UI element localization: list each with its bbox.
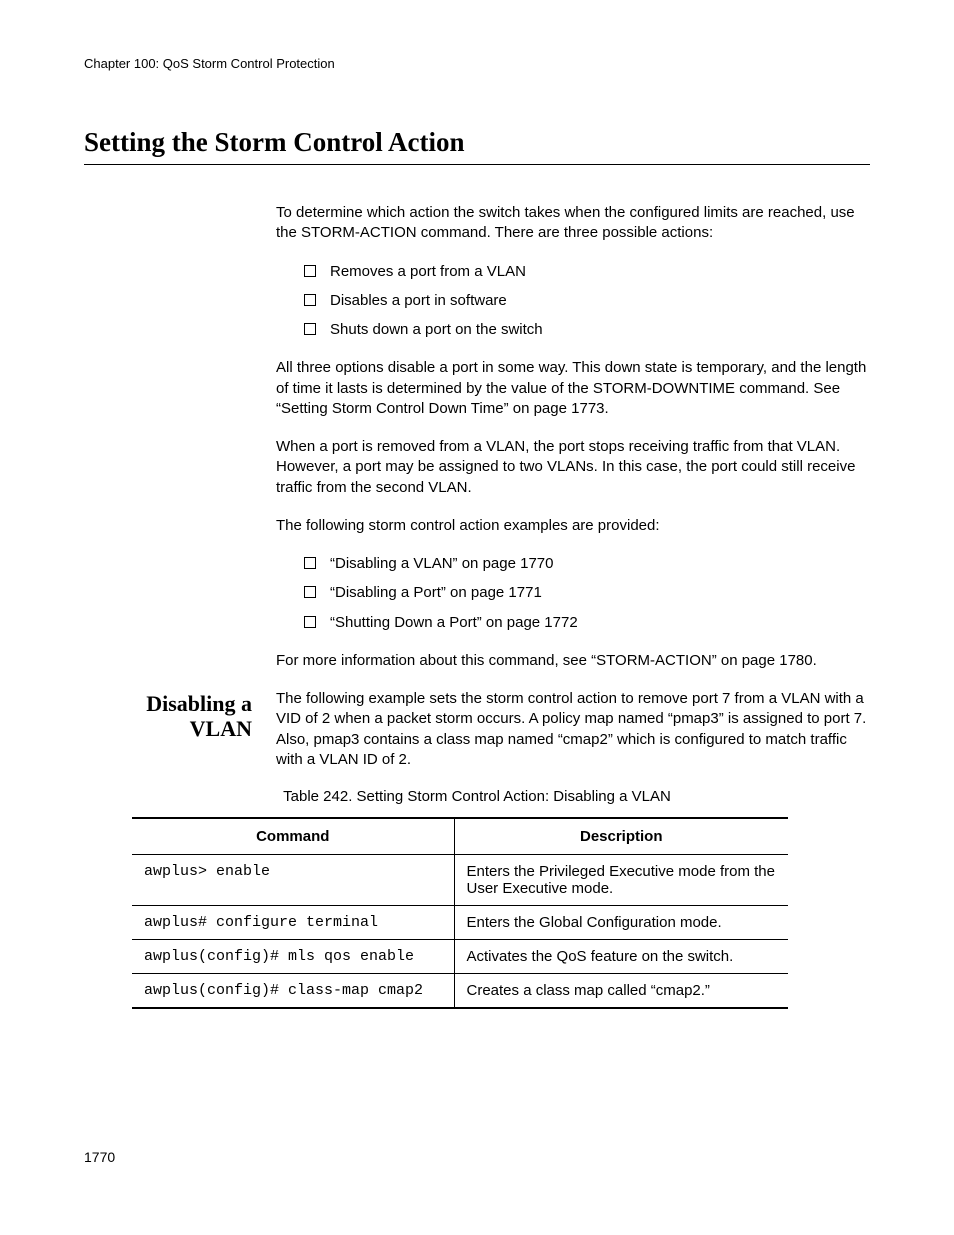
command-cell: awplus(config)# class-map cmap2: [132, 974, 454, 1009]
intro-paragraph: To determine which action the switch tak…: [276, 203, 870, 244]
list-item: “Disabling a Port” on page 1771: [304, 583, 870, 603]
list-item: “Shutting Down a Port” on page 1772: [304, 613, 870, 633]
table-row: awplus(config)# class-map cmap2 Creates …: [132, 974, 788, 1009]
command-cell: awplus> enable: [132, 855, 454, 906]
command-cell: awplus# configure terminal: [132, 906, 454, 940]
list-item: Shuts down a port on the switch: [304, 320, 870, 340]
section-body: The following example sets the storm con…: [276, 689, 870, 770]
chapter-header: Chapter 100: QoS Storm Control Protectio…: [84, 56, 870, 71]
list-item: “Disabling a VLAN” on page 1770: [304, 554, 870, 574]
table-caption: Table 242. Setting Storm Control Action:…: [84, 788, 870, 805]
description-cell: Activates the QoS feature on the switch.: [454, 940, 788, 974]
heading-line: Disabling a: [146, 691, 252, 716]
table-row: awplus(config)# mls qos enable Activates…: [132, 940, 788, 974]
body-paragraph: All three options disable a port in some…: [276, 358, 870, 419]
section-heading-disabling-vlan: Disabling a VLAN: [84, 689, 276, 742]
table-row: awplus# configure terminal Enters the Gl…: [132, 906, 788, 940]
table-row: awplus> enable Enters the Privileged Exe…: [132, 855, 788, 906]
description-cell: Enters the Privileged Executive mode fro…: [454, 855, 788, 906]
body-paragraph: The following storm control action examp…: [276, 516, 870, 536]
body-paragraph: When a port is removed from a VLAN, the …: [276, 437, 870, 498]
command-cell: awplus(config)# mls qos enable: [132, 940, 454, 974]
body-paragraph: For more information about this command,…: [276, 651, 870, 671]
list-item: Removes a port from a VLAN: [304, 262, 870, 282]
heading-line: VLAN: [190, 716, 252, 741]
description-cell: Creates a class map called “cmap2.”: [454, 974, 788, 1009]
command-table: Command Description awplus> enable Enter…: [132, 817, 788, 1009]
page-title: Setting the Storm Control Action: [84, 127, 870, 165]
table-header-command: Command: [132, 818, 454, 855]
action-list: Removes a port from a VLAN Disables a po…: [304, 262, 870, 341]
description-cell: Enters the Global Configuration mode.: [454, 906, 788, 940]
page-number: 1770: [84, 1149, 115, 1165]
list-item: Disables a port in software: [304, 291, 870, 311]
table-header-description: Description: [454, 818, 788, 855]
example-list: “Disabling a VLAN” on page 1770 “Disabli…: [304, 554, 870, 633]
